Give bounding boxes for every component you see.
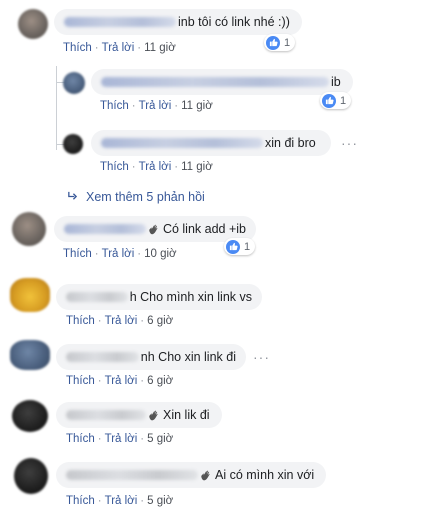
more-replies-link[interactable]: Xem thêm 5 phản hồi — [67, 190, 205, 204]
like-thumb-icon — [266, 35, 280, 50]
reply-link[interactable]: Trả lời — [102, 248, 135, 260]
like-link[interactable]: Thích — [66, 433, 95, 445]
more-options-icon[interactable]: ··· — [341, 135, 358, 151]
comment-actions: Thích · Trả lời · 11 giờ — [63, 42, 176, 54]
comment-text: Ai có mình xin với — [215, 468, 315, 482]
separator: · — [140, 433, 145, 445]
separator: · — [137, 42, 142, 54]
reply-link[interactable]: Trả lời — [102, 42, 135, 54]
reaction-badge[interactable]: 1 — [224, 238, 256, 255]
comment-bubble: inb tôi có link nhé :)) — [54, 9, 302, 35]
avatar[interactable] — [18, 9, 48, 39]
separator: · — [97, 375, 102, 387]
comment-bubble: xin đi bro — [91, 130, 331, 156]
reaction-badge[interactable]: 1 — [264, 34, 296, 51]
author-name[interactable] — [66, 292, 128, 302]
comment-bubble: h Cho mình xin link vs — [56, 284, 262, 310]
comment-actions: Thích · Trả lời · 11 giờ — [100, 161, 213, 173]
author-name[interactable] — [64, 17, 176, 27]
comment-actions: Thích · Trả lời · 5 giờ — [66, 495, 173, 507]
author-name[interactable] — [66, 470, 198, 480]
reaction-badge[interactable]: 1 — [320, 92, 352, 109]
separator: · — [97, 495, 102, 507]
avatar[interactable] — [12, 400, 48, 432]
timestamp[interactable]: 6 giờ — [147, 375, 173, 387]
like-link[interactable]: Thích — [100, 161, 129, 173]
comment-text: xin đi bro — [265, 136, 316, 150]
reaction-count: 1 — [340, 94, 347, 107]
like-link[interactable]: Thích — [100, 100, 129, 112]
comment-bubble: Ai có mình xin với — [56, 462, 326, 488]
avatar[interactable] — [12, 212, 46, 246]
avatar[interactable] — [14, 458, 48, 494]
reply-link[interactable]: Trả lời — [105, 375, 138, 387]
author-name[interactable] — [101, 138, 263, 148]
comment-text: Có link add +ib — [162, 222, 246, 236]
waving-hand-icon — [201, 470, 210, 481]
timestamp[interactable]: 10 giờ — [144, 248, 176, 260]
comment-text: ib — [331, 75, 341, 89]
like-link[interactable]: Thích — [66, 495, 95, 507]
separator: · — [140, 375, 145, 387]
comment-actions: Thích · Trả lời · 10 giờ — [63, 248, 177, 260]
reply-arrow-icon — [68, 191, 78, 200]
timestamp[interactable]: 11 giờ — [181, 100, 213, 112]
waving-hand-icon — [149, 410, 158, 421]
separator: · — [140, 315, 145, 327]
separator: · — [137, 248, 142, 260]
separator: · — [94, 248, 99, 260]
separator: · — [97, 433, 102, 445]
reaction-count: 1 — [284, 36, 291, 49]
more-options-icon[interactable]: ··· — [253, 349, 270, 365]
author-name[interactable] — [66, 352, 139, 362]
separator: · — [94, 42, 99, 54]
reply-link[interactable]: Trả lời — [139, 100, 172, 112]
like-link[interactable]: Thích — [63, 42, 92, 54]
comment-text: nh Cho xin link đi — [140, 350, 236, 364]
timestamp[interactable]: 11 giờ — [181, 161, 213, 173]
comment-bubble: Có link add +ib — [54, 216, 256, 242]
like-link[interactable]: Thích — [63, 248, 92, 260]
comment-actions: Thích · Trả lời · 6 giờ — [66, 375, 173, 387]
like-thumb-icon — [322, 93, 336, 108]
comment-bubble: ib — [91, 69, 353, 95]
reaction-count: 1 — [244, 240, 251, 253]
timestamp[interactable]: 11 giờ — [144, 42, 176, 54]
timestamp[interactable]: 5 giờ — [147, 433, 173, 445]
timestamp[interactable]: 5 giờ — [147, 495, 173, 507]
comment-text: Xin lik đi — [163, 408, 210, 422]
reply-link[interactable]: Trả lời — [105, 495, 138, 507]
reply-link[interactable]: Trả lời — [105, 315, 138, 327]
author-name[interactable] — [101, 77, 329, 87]
separator: · — [131, 100, 136, 112]
like-link[interactable]: Thích — [66, 315, 95, 327]
avatar[interactable] — [10, 340, 50, 370]
reply-link[interactable]: Trả lời — [105, 433, 138, 445]
timestamp[interactable]: 6 giờ — [147, 315, 173, 327]
comment-actions: Thích · Trả lời · 5 giờ — [66, 433, 173, 445]
avatar[interactable] — [10, 278, 50, 312]
separator: · — [131, 161, 136, 173]
waving-hand-icon — [149, 224, 158, 235]
more-replies-label: Xem thêm 5 phản hồi — [86, 190, 205, 204]
reply-link[interactable]: Trả lời — [139, 161, 172, 173]
comment-text: inb tôi có link nhé :)) — [178, 15, 290, 29]
separator: · — [174, 100, 179, 112]
separator: · — [174, 161, 179, 173]
comment-text: h Cho mình xin link vs — [129, 290, 252, 304]
comment-actions: Thích · Trả lời · 11 giờ — [100, 100, 213, 112]
comment-bubble: nh Cho xin link đi — [56, 344, 246, 370]
like-link[interactable]: Thích — [66, 375, 95, 387]
author-name[interactable] — [66, 410, 146, 420]
separator: · — [140, 495, 145, 507]
comment-bubble: Xin lik đi — [56, 402, 222, 428]
avatar[interactable] — [63, 134, 83, 154]
author-name[interactable] — [64, 224, 147, 234]
like-thumb-icon — [226, 239, 240, 254]
comment-actions: Thích · Trả lời · 6 giờ — [66, 315, 173, 327]
separator: · — [97, 315, 102, 327]
avatar[interactable] — [63, 72, 85, 94]
